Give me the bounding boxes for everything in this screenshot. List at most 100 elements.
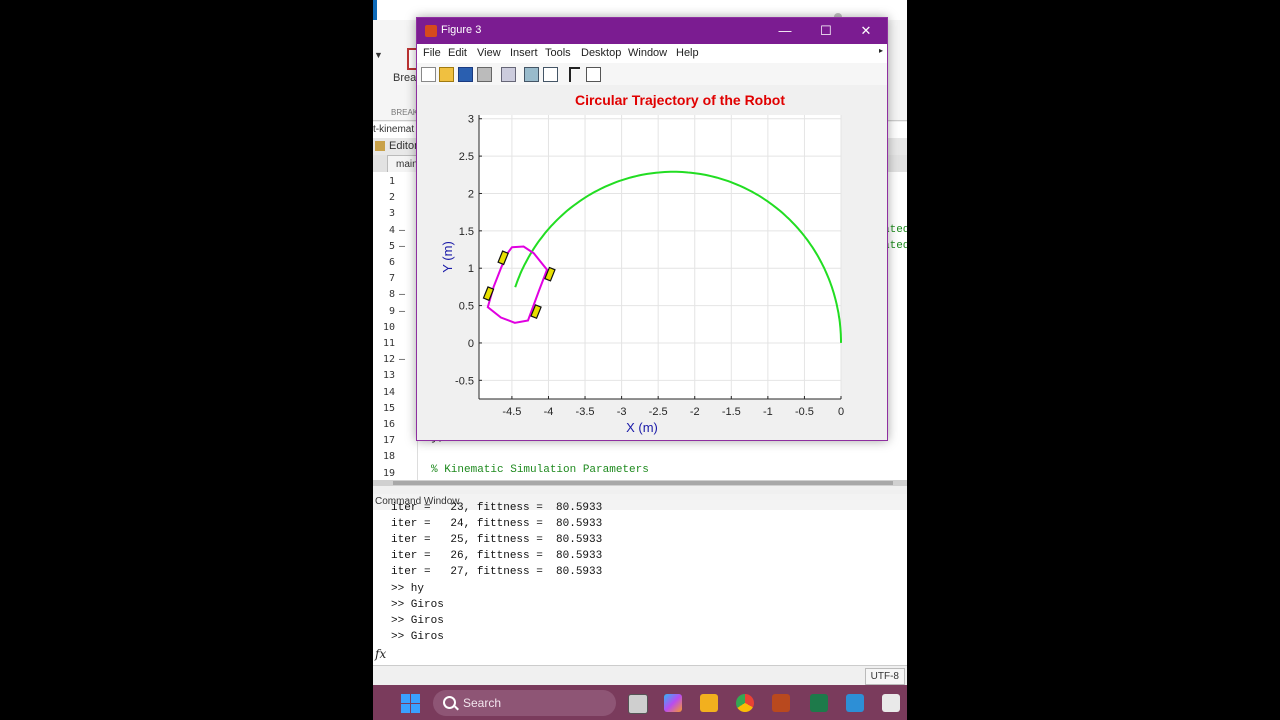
breakpoint-dash[interactable]: – <box>399 241 405 252</box>
plot-area: -4.5 -4 -3.5 -3 -2.5 -2 -1.5 -1 -0.5 0 -0.5 0 0.5 1 1.… <box>417 85 887 440</box>
copilot-icon[interactable] <box>664 694 682 712</box>
horizontal-scrollbar[interactable] <box>373 480 907 486</box>
status-bar: UTF-8 <box>373 665 907 686</box>
command-window[interactable]: fx iter = 23, fittness = 80.5933 iter = 2… <box>373 502 907 665</box>
command-entry: >> hy <box>391 582 425 595</box>
close-button[interactable]: ✕ <box>852 20 880 42</box>
line-number: 17 <box>382 435 395 447</box>
open-file-icon[interactable] <box>439 67 454 82</box>
line-number: 3 <box>388 208 395 220</box>
y-axis-label: Y (m) <box>440 241 455 273</box>
axes-background <box>479 115 841 399</box>
ribbon-collapse-icon[interactable]: ▼ <box>374 50 383 60</box>
line-number: 10 <box>382 321 395 333</box>
figure-toolbar <box>417 63 887 86</box>
x-tick-label: -2 <box>690 406 700 418</box>
menu-insert[interactable]: Insert <box>510 47 538 59</box>
y-tick-label: 3 <box>468 114 474 126</box>
insert-legend-icon[interactable] <box>543 67 558 82</box>
line-number: 8 <box>388 289 395 301</box>
line-number: 13 <box>382 370 395 382</box>
y-tick-label: 0.5 <box>459 301 474 313</box>
menu-desktop[interactable]: Desktop <box>581 47 621 59</box>
taskbar-search-box[interactable]: Search <box>433 690 616 716</box>
new-figure-icon[interactable] <box>421 67 436 82</box>
chrome-icon[interactable] <box>736 694 754 712</box>
command-entry: >> Giros <box>391 614 444 627</box>
line-number: 19 <box>382 467 395 479</box>
windows-taskbar: Search <box>373 685 907 720</box>
x-tick-label: -4 <box>544 406 554 418</box>
line-number: 1 <box>388 176 395 187</box>
menu-tools[interactable]: Tools <box>545 47 571 59</box>
x-tick-label: -3 <box>617 406 627 418</box>
line-number: 14 <box>382 386 395 398</box>
insert-colorbar-icon[interactable] <box>524 67 539 82</box>
pointer-icon[interactable] <box>569 67 580 82</box>
command-entry: >> Giros <box>391 598 444 611</box>
line-number: 7 <box>388 273 395 285</box>
windows-start-icon[interactable] <box>401 694 420 713</box>
camera-icon[interactable] <box>846 694 864 712</box>
scrollbar-thumb[interactable] <box>393 481 893 485</box>
address-text: t-kinemat <box>373 124 415 135</box>
file-explorer-icon[interactable] <box>700 694 718 712</box>
app-icon[interactable] <box>810 694 828 712</box>
task-view-icon[interactable] <box>628 694 648 714</box>
x-tick-label: -1 <box>763 406 773 418</box>
matlab-figure-icon <box>425 25 437 37</box>
print-icon[interactable] <box>477 67 492 82</box>
menu-edit[interactable]: Edit <box>448 47 467 59</box>
line-number-gutter: 1 2 3 4–5–6 7 8–9–10 11 12–13 14 15 16 17 18 19 <box>373 172 418 480</box>
line-number: 18 <box>382 451 395 463</box>
figure-titlebar[interactable]: Figure 3 — ☐ ✕ <box>417 18 887 44</box>
matlab-icon[interactable] <box>772 694 790 712</box>
breakpoint-dash[interactable]: – <box>399 354 405 365</box>
function-browser-icon[interactable]: fx <box>375 647 386 661</box>
menu-view[interactable]: View <box>477 47 501 59</box>
link-plot-icon[interactable] <box>501 67 516 82</box>
command-output-line: iter = 23, fittness = 80.5933 <box>391 502 603 514</box>
x-tick-label: -2.5 <box>649 406 668 418</box>
search-icon <box>443 696 456 709</box>
snipping-tool-icon[interactable] <box>882 694 900 712</box>
breakpoint-dash[interactable]: – <box>399 225 405 236</box>
breakpoint-dash[interactable]: – <box>399 289 405 300</box>
line-number: 2 <box>388 192 395 204</box>
menu-help[interactable]: Help <box>676 47 699 59</box>
breakpoint-dash[interactable]: – <box>399 306 405 317</box>
save-icon[interactable] <box>458 67 473 82</box>
command-output-line: iter = 24, fittness = 80.5933 <box>391 518 603 531</box>
line-number: 16 <box>382 419 395 430</box>
editor-icon <box>375 141 385 152</box>
line-number: 5 <box>388 240 395 252</box>
y-tick-label: -0.5 <box>455 375 474 387</box>
chart-title: Circular Trajectory of the Robot <box>575 92 785 108</box>
editor-label: Editor <box>389 140 418 152</box>
y-tick-label: 1.5 <box>459 226 474 238</box>
property-inspector-icon[interactable] <box>586 67 601 82</box>
maximize-button[interactable]: ☐ <box>812 20 840 42</box>
line-number: 12 <box>382 354 395 366</box>
command-output-line: iter = 25, fittness = 80.5933 <box>391 534 603 547</box>
figure-menubar: ▸ File Edit View Insert Tools Desktop Window He… <box>417 44 887 63</box>
x-tick-label: -1.5 <box>722 406 741 418</box>
figure-window[interactable]: Figure 3 — ☐ ✕ ▸ File Edit View Insert Tools… <box>416 17 888 441</box>
y-tick-label: 0 <box>468 338 474 350</box>
line-number: 9 <box>388 305 395 317</box>
menubar-arrow-icon[interactable]: ▸ <box>879 46 883 55</box>
menu-window[interactable]: Window <box>628 47 667 59</box>
x-axis-label: X (m) <box>626 420 658 435</box>
command-output-line: iter = 26, fittness = 80.5933 <box>391 550 603 563</box>
y-tick-label: 1 <box>468 263 474 275</box>
search-label: Search <box>463 696 502 710</box>
breakpoints-section-label: BREAK <box>391 108 419 117</box>
minimize-button[interactable]: — <box>771 20 799 42</box>
menu-file[interactable]: File <box>423 47 441 59</box>
y-tick-label: 2.5 <box>459 151 474 163</box>
trajectory-chart[interactable]: -4.5 -4 -3.5 -3 -2.5 -2 -1.5 -1 -0.5 0 -0.5 0 0.5 1 1.… <box>417 85 887 440</box>
encoding-indicator[interactable]: UTF-8 <box>864 668 905 685</box>
code-line-19: % Kinematic Simulation Parameters <box>431 464 649 476</box>
command-entry: >> Giros <box>391 630 444 643</box>
x-tick-label: 0 <box>838 406 844 418</box>
